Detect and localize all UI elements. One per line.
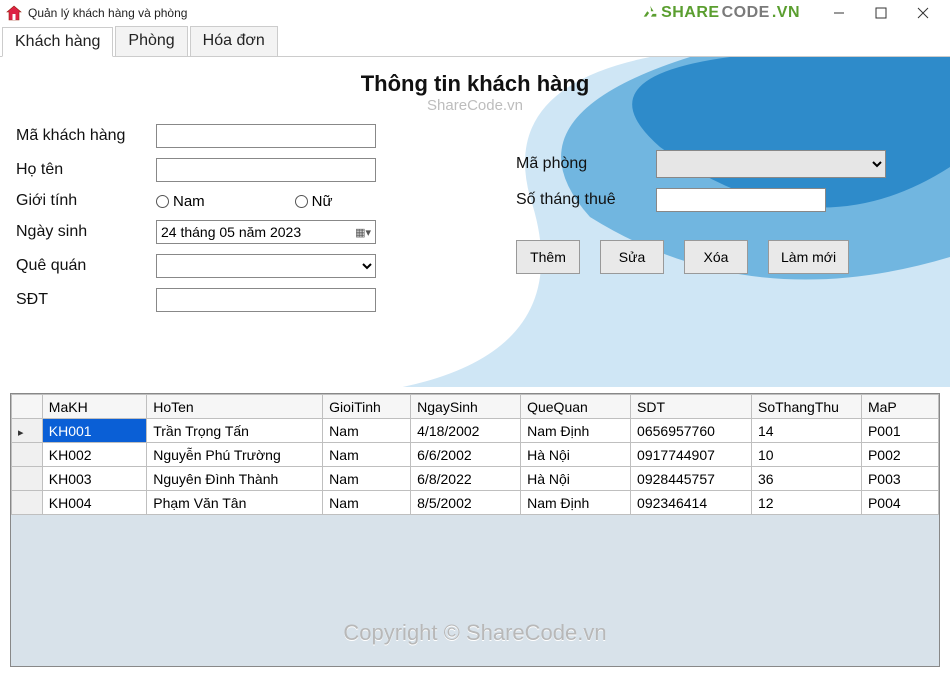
label-gioi-tinh: Giới tính (16, 192, 156, 210)
label-ma-phong: Mã phòng (516, 155, 656, 173)
cell-ngaysinh[interactable]: 4/18/2002 (411, 419, 521, 443)
brand-text-share: SHARE (661, 4, 720, 22)
cell-sothangthue[interactable]: 36 (752, 467, 862, 491)
row-indicator (12, 467, 43, 491)
cell-gioitinh[interactable]: Nam (323, 443, 411, 467)
col-header-makh[interactable]: MaKH (42, 395, 146, 419)
input-ma-khach-hang[interactable] (156, 124, 376, 148)
combo-que-quan[interactable] (156, 254, 376, 278)
cell-quequan[interactable]: Nam Định (521, 491, 631, 515)
label-ho-ten: Họ tên (16, 161, 156, 179)
radio-icon (295, 195, 308, 208)
table-row[interactable]: ▸KH001Trần Trọng TấnNam4/18/2002Nam Định… (12, 419, 939, 443)
form-panel: Thông tin khách hàng ShareCode.vn Mã khá… (0, 57, 950, 387)
radio-nu[interactable]: Nữ (295, 193, 333, 210)
cell-quequan[interactable]: Hà Nội (521, 443, 631, 467)
cell-ngaysinh[interactable]: 6/8/2022 (411, 467, 521, 491)
row-indicator: ▸ (12, 419, 43, 443)
cell-gioitinh[interactable]: Nam (323, 491, 411, 515)
row-indicator (12, 491, 43, 515)
cell-makh[interactable]: KH001 (42, 419, 146, 443)
table-row[interactable]: KH004Phạm Văn TânNam8/5/2002Nam Định0923… (12, 491, 939, 515)
cell-map[interactable]: P002 (861, 443, 938, 467)
brand-logo: SHARECODE.VN (641, 4, 800, 22)
cell-map[interactable]: P004 (861, 491, 938, 515)
cell-quequan[interactable]: Hà Nội (521, 467, 631, 491)
cell-gioitinh[interactable]: Nam (323, 467, 411, 491)
radio-nam-label: Nam (173, 193, 205, 210)
tab-phong[interactable]: Phòng (115, 26, 187, 56)
btn-lam-moi[interactable]: Làm mới (768, 240, 849, 274)
cell-hoten[interactable]: Nguyên Đình Thành (147, 467, 323, 491)
cell-sdt[interactable]: 092346414 (631, 491, 752, 515)
btn-sua[interactable]: Sửa (600, 240, 664, 274)
col-header-quequan[interactable]: QueQuan (521, 395, 631, 419)
close-button[interactable] (902, 2, 944, 24)
cell-makh[interactable]: KH002 (42, 443, 146, 467)
cell-map[interactable]: P003 (861, 467, 938, 491)
cell-hoten[interactable]: Phạm Văn Tân (147, 491, 323, 515)
label-so-thang-thue: Số tháng thuê (516, 191, 656, 209)
btn-xoa[interactable]: Xóa (684, 240, 748, 274)
cell-gioitinh[interactable]: Nam (323, 419, 411, 443)
input-sdt[interactable] (156, 288, 376, 312)
input-so-thang-thue[interactable] (656, 188, 826, 212)
titlebar: Quản lý khách hàng và phòng SHARECODE.VN (0, 0, 950, 26)
label-que-quan: Quê quán (16, 257, 156, 275)
grid-corner (12, 395, 43, 419)
watermark-small: ShareCode.vn (16, 97, 934, 114)
tab-hoa-don[interactable]: Hóa đơn (190, 26, 278, 56)
cell-hoten[interactable]: Trần Trọng Tấn (147, 419, 323, 443)
cell-makh[interactable]: KH004 (42, 491, 146, 515)
btn-them[interactable]: Thêm (516, 240, 580, 274)
label-ngay-sinh: Ngày sinh (16, 223, 156, 241)
minimize-button[interactable] (818, 2, 860, 24)
cell-sdt[interactable]: 0917744907 (631, 443, 752, 467)
cell-hoten[interactable]: Nguyễn Phú Trường (147, 443, 323, 467)
input-ho-ten[interactable] (156, 158, 376, 182)
tab-khach-hang[interactable]: Khách hàng (2, 27, 113, 57)
recycle-icon (641, 4, 659, 22)
col-header-ngaysinh[interactable]: NgaySinh (411, 395, 521, 419)
app-icon (6, 5, 22, 21)
date-value: 24 tháng 05 năm 2023 (161, 224, 301, 240)
cell-sothangthue[interactable]: 10 (752, 443, 862, 467)
calendar-icon: ▦▾ (355, 226, 371, 239)
label-ma-khach-hang: Mã khách hàng (16, 127, 156, 145)
col-header-sothangthue[interactable]: SoThangThu (752, 395, 862, 419)
tab-bar: Khách hàng Phòng Hóa đơn (0, 26, 950, 57)
maximize-button[interactable] (860, 2, 902, 24)
cell-ngaysinh[interactable]: 6/6/2002 (411, 443, 521, 467)
cell-sothangthue[interactable]: 12 (752, 491, 862, 515)
table-row[interactable]: KH003Nguyên Đình ThànhNam6/8/2022Hà Nội0… (12, 467, 939, 491)
radio-nam[interactable]: Nam (156, 193, 205, 210)
col-header-gioitinh[interactable]: GioiTinh (323, 395, 411, 419)
brand-text-tld: .VN (772, 4, 800, 22)
cell-quequan[interactable]: Nam Định (521, 419, 631, 443)
cell-makh[interactable]: KH003 (42, 467, 146, 491)
table-row[interactable]: KH002Nguyễn Phú TrườngNam6/6/2002Hà Nội0… (12, 443, 939, 467)
col-header-sdt[interactable]: SDT (631, 395, 752, 419)
cell-sdt[interactable]: 0928445757 (631, 467, 752, 491)
input-ngay-sinh[interactable]: 24 tháng 05 năm 2023 ▦▾ (156, 220, 376, 244)
watermark-big: Copyright © ShareCode.vn (11, 620, 939, 646)
cell-ngaysinh[interactable]: 8/5/2002 (411, 491, 521, 515)
label-sdt: SĐT (16, 291, 156, 309)
col-header-map[interactable]: MaP (861, 395, 938, 419)
row-indicator (12, 443, 43, 467)
data-grid[interactable]: MaKH HoTen GioiTinh NgaySinh QueQuan SDT… (10, 393, 940, 667)
cell-sothangthue[interactable]: 14 (752, 419, 862, 443)
radio-icon (156, 195, 169, 208)
section-title: Thông tin khách hàng (16, 71, 934, 97)
radio-nu-label: Nữ (312, 193, 333, 210)
window-title: Quản lý khách hàng và phòng (28, 6, 187, 20)
brand-text-code: CODE (722, 4, 770, 22)
col-header-hoten[interactable]: HoTen (147, 395, 323, 419)
cell-sdt[interactable]: 0656957760 (631, 419, 752, 443)
combo-ma-phong[interactable] (656, 150, 886, 178)
cell-map[interactable]: P001 (861, 419, 938, 443)
